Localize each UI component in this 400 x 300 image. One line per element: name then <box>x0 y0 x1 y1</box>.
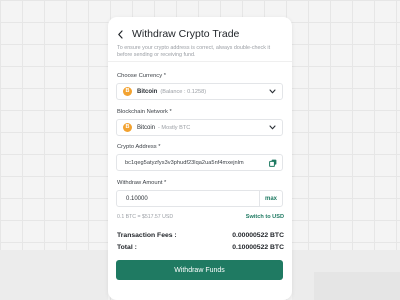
network-select[interactable]: B Bitcoin - Mostly BTC <box>116 119 283 136</box>
copy-icon[interactable] <box>269 159 277 167</box>
amount-label: Withdraw Amount * <box>117 180 167 186</box>
amount-input[interactable]: 0.10000 max <box>116 190 283 207</box>
back-button[interactable] <box>117 27 129 41</box>
currency-name: Bitcoin <box>137 88 158 95</box>
amount-value: 0.10000 <box>126 195 148 202</box>
network-label: Blockchain Network * <box>117 109 172 115</box>
arrow-left-icon <box>118 29 123 39</box>
exchange-rate: 0.1 BTC = $517.57 USD <box>117 214 174 220</box>
currency-balance: (Balance : 0.1258) <box>160 88 207 95</box>
page-title: Withdraw Crypto Trade <box>132 28 240 40</box>
network-name: Bitcoin <box>137 124 156 131</box>
total-row: Total : 0.10000522 BTC <box>117 244 284 251</box>
withdraw-card: Withdraw Crypto Trade To ensure your cry… <box>108 17 292 300</box>
bitcoin-icon: B <box>123 87 132 96</box>
address-label: Crypto Address * <box>117 144 161 150</box>
background-panel-corner <box>314 272 400 300</box>
max-button[interactable]: max <box>259 191 282 206</box>
withdraw-funds-button[interactable]: Withdraw Funds <box>116 260 283 280</box>
fees-value: 0.00000522 BTC <box>232 232 284 239</box>
fees-label: Transaction Fees : <box>117 232 177 239</box>
currency-label: Choose Currency * <box>117 73 166 79</box>
currency-select[interactable]: B Bitcoin (Balance : 0.1258) <box>116 83 283 100</box>
bitcoin-icon: B <box>123 123 132 132</box>
page-subtitle: To ensure your crypto address is correct… <box>117 45 271 58</box>
switch-to-usd-link[interactable]: Switch to USD <box>246 214 284 220</box>
network-detail: - Mostly BTC <box>158 124 191 131</box>
chevron-down-icon <box>269 125 276 130</box>
card-header: Withdraw Crypto Trade <box>117 25 283 43</box>
address-field[interactable]: bc1qeg5atyzfys3v3phudf23lqa2ua5nf4mxejnl… <box>116 154 283 171</box>
total-label: Total : <box>117 244 137 251</box>
header-divider <box>108 61 292 62</box>
address-value: bc1qeg5atyzfys3v3phudf23lqa2ua5nf4mxejnl… <box>125 159 244 166</box>
total-value: 0.10000522 BTC <box>232 244 284 251</box>
fees-row: Transaction Fees : 0.00000522 BTC <box>117 232 284 239</box>
background-panel-left <box>0 250 108 300</box>
chevron-down-icon <box>269 89 276 94</box>
